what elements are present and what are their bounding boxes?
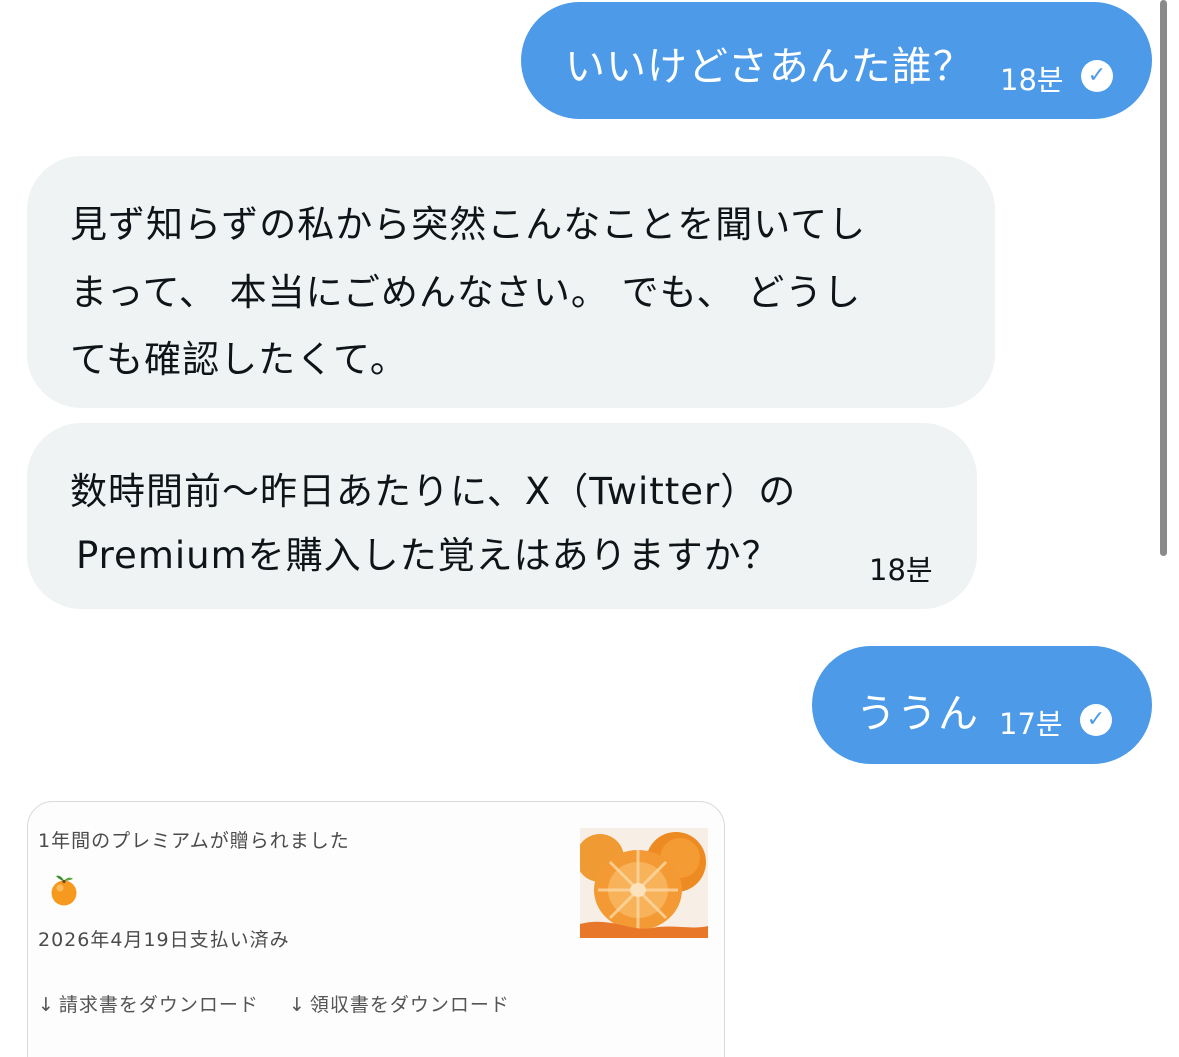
download-links: ↓ 請求書をダウンロード ↓ 領収書をダウンロード: [38, 990, 534, 1017]
outgoing-message-bubble[interactable]: いいけどさあんた誰？ 18분 ✓: [521, 2, 1152, 119]
premium-gift-card[interactable]: 1年間のプレミアムが贈られました 2026年4月19日支払い済み ↓ 請求書をダウ…: [27, 801, 725, 1057]
message-text-line: 見ず知らずの私から突然こんなことを聞いてし: [70, 203, 867, 246]
download-receipt-label: 領収書をダウンロード: [309, 994, 510, 1016]
dm-conversation: いいけどさあんた誰？ 18분 ✓ 見ず知らずの私から突然こんなことを聞いてし ま…: [0, 0, 1179, 1057]
incoming-message-bubble[interactable]: 見ず知らずの私から突然こんなことを聞いてし まって、 本当にごめんなさい。 でも…: [27, 156, 995, 408]
message-text: ううん: [856, 691, 979, 737]
message-timestamp: 18분: [869, 553, 933, 587]
download-invoice-label: 請求書をダウンロード: [58, 994, 259, 1016]
scrollbar[interactable]: [1160, 0, 1167, 556]
gift-card-title: 1年間のプレミアムが贈られました: [38, 830, 350, 852]
read-check-icon: ✓: [1081, 60, 1113, 92]
message-text-line: まって、 本当にごめんなさい。 でも、 どうし: [70, 271, 862, 314]
message-text-line: 数時間前〜昨日あたりに、X（Twitter）の: [70, 470, 797, 513]
download-receipt-link[interactable]: ↓ 領収書をダウンロード: [289, 990, 510, 1017]
download-arrow-icon: ↓: [38, 994, 55, 1016]
message-text-line: ても確認したくて。: [70, 338, 408, 381]
peeled-tangerine-image: [580, 828, 708, 938]
message-timestamp: 17분: [999, 707, 1063, 741]
download-arrow-icon: ↓: [288, 994, 306, 1016]
download-invoice-link[interactable]: ↓ 請求書をダウンロード: [38, 990, 259, 1017]
read-check-icon: ✓: [1080, 704, 1112, 736]
incoming-message-bubble[interactable]: 数時間前〜昨日あたりに、X（Twitter）の Premiumを購入した覚えはあ…: [27, 423, 977, 609]
message-text-line: Premiumを購入した覚えはありますか？: [76, 534, 780, 577]
message-timestamp: 18분: [1000, 63, 1064, 97]
tangerine-emoji-icon: [51, 875, 77, 906]
outgoing-message-bubble[interactable]: ううん 17분 ✓: [812, 646, 1152, 764]
message-text: いいけどさあんた誰？: [565, 44, 974, 90]
payment-status-text: 2026年4月19日支払い済み: [38, 929, 290, 951]
